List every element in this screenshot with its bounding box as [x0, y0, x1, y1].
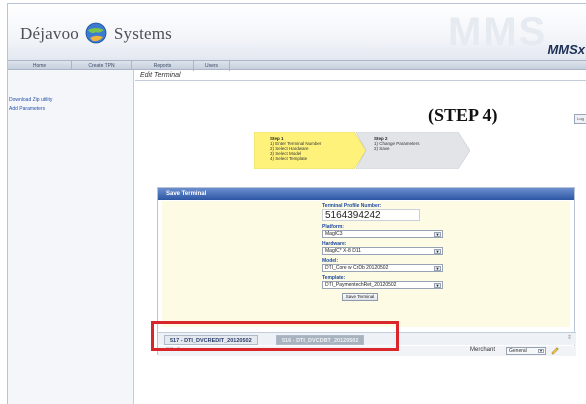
brand-label: MMSx [547, 42, 585, 57]
edit-pencil-icon[interactable] [550, 346, 560, 356]
main-content: Edit Terminal (STEP 4) Log Step 1 1) Ent… [135, 70, 586, 404]
chevron-down-icon[interactable]: ▼ [538, 349, 544, 353]
chevron-down-icon[interactable]: ▼ [434, 232, 441, 237]
model-select[interactable]: DTI_Core w CrDb 20120502 ▼ [322, 264, 443, 272]
sidebar: Download Zip utility Add Parameters [8, 70, 134, 404]
chevron-down-icon[interactable]: ▼ [434, 266, 441, 271]
terminal-profile-field: Terminal Profile Number: 5164394242 [322, 203, 420, 221]
hardware-value: MagIC* X-8 D11 [325, 248, 362, 254]
logo-text-right: Systems [113, 24, 172, 43]
template-value: DTI_PaymentechRet_20120502 [325, 282, 397, 288]
tabs-highlight-box [151, 321, 399, 351]
platform-field: Platform: MagIC3 ▼ [322, 224, 443, 238]
panel-form: Terminal Profile Number: 5164394242 Plat… [162, 201, 570, 327]
model-field: Model: DTI_Core w CrDb 20120502 ▼ [322, 258, 443, 272]
logout-button[interactable]: Log [574, 114, 586, 124]
merchant-select[interactable]: General ▼ [506, 347, 546, 355]
template-field: Template: DTI_PaymentechRet_20120502 ▼ [322, 275, 443, 289]
hardware-select[interactable]: MagIC* X-8 D11 ▼ [322, 247, 443, 255]
step-annotation: (STEP 4) [428, 105, 498, 125]
step-2-indicator: Step 2 1) Change Parameters 2) Save [356, 132, 470, 169]
chevron-down-icon[interactable]: ▼ [434, 249, 441, 254]
app-window: MMS Déjavoo Systems MMSx Home Create TPN… [7, 3, 586, 404]
merchant-value: General [509, 348, 527, 354]
step-1-line: 4) Select Template [270, 156, 308, 161]
model-value: DTI_Core w CrDb 20120502 [325, 265, 389, 271]
page-title: Edit Terminal [135, 70, 586, 81]
header-watermark: MMS [448, 10, 548, 54]
globe-logo-icon [86, 22, 107, 44]
merchant-label: Merchant [470, 347, 496, 353]
header: MMS Déjavoo Systems MMSx [8, 4, 586, 60]
step-2-text: Step 2 1) Change Parameters 2) Save [374, 136, 420, 151]
panel-title: Save Terminal [158, 188, 574, 200]
save-terminal-button[interactable]: Save Terminal [342, 293, 378, 301]
scroll-arrows-icon[interactable]: ⇕ [567, 334, 572, 341]
hardware-field: Hardware: MagIC* X-8 D11 ▼ [322, 241, 443, 255]
template-select[interactable]: DTI_PaymentechRet_20120502 ▼ [322, 281, 443, 289]
top-nav: Home Create TPN Reports Users [8, 60, 586, 71]
dejavoo-logo: Déjavoo Systems [20, 22, 172, 44]
sidebar-item-add-parameters[interactable]: Add Parameters [9, 105, 52, 114]
step-2-line: 2) Save [374, 146, 390, 151]
logo-text-left: Déjavoo [20, 24, 79, 43]
platform-select[interactable]: MagIC3 ▼ [322, 230, 443, 238]
platform-value: MagIC3 [325, 231, 343, 237]
step-1-text: Step 1 1) Enter Terminal Number 2) Selec… [270, 136, 321, 161]
terminal-profile-input[interactable]: 5164394242 [322, 209, 420, 221]
chevron-down-icon[interactable]: ▼ [434, 283, 441, 288]
sidebar-links: Download Zip utility Add Parameters [9, 96, 52, 114]
sidebar-item-download-zip[interactable]: Download Zip utility [9, 96, 52, 105]
step-1-indicator: Step 1 1) Enter Terminal Number 2) Selec… [254, 132, 366, 169]
